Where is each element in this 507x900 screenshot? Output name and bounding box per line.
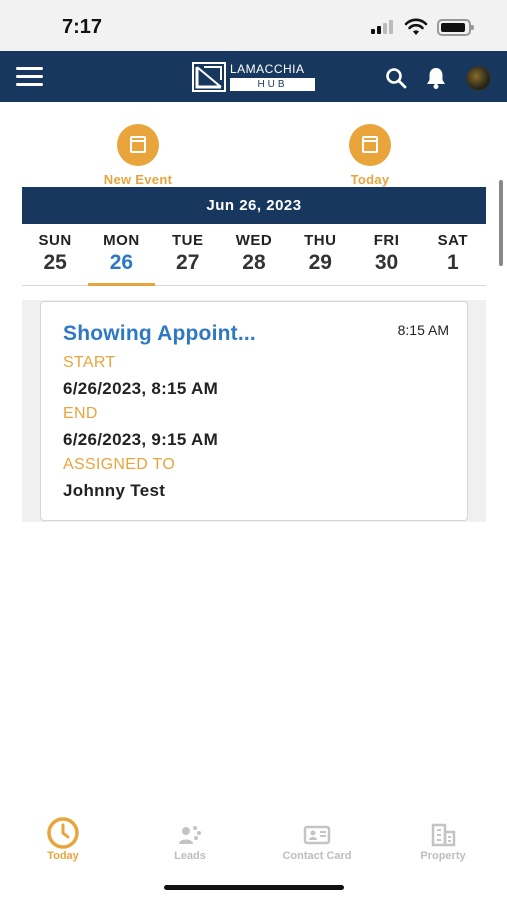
day-name: FRI: [373, 232, 400, 249]
current-date-bar: Jun 26, 2023: [22, 187, 486, 224]
logo-text-top: LAMACCHIA: [230, 62, 305, 76]
day-mon[interactable]: MON 26: [88, 232, 155, 286]
day-number: 27: [176, 251, 200, 274]
building-icon: [388, 812, 498, 847]
logo-mark: [192, 62, 226, 92]
day-thu[interactable]: THU 29: [287, 232, 353, 285]
day-name: THU: [304, 232, 337, 249]
end-value: 6/26/2023, 9:15 AM: [63, 430, 219, 449]
today-button[interactable]: Today: [310, 124, 430, 187]
day-wed[interactable]: WED 28: [221, 232, 287, 285]
cellular-signal-icon: [371, 20, 397, 34]
status-time: 7:17: [62, 16, 103, 38]
start-label: START: [63, 354, 116, 371]
new-event-button[interactable]: New Event: [78, 124, 198, 187]
contact-card-icon: [262, 812, 372, 846]
event-title: Showing Appoint...: [63, 322, 256, 345]
day-name: TUE: [171, 232, 204, 249]
leads-icon: [135, 812, 245, 846]
nav-contact-card[interactable]: Contact Card: [262, 812, 372, 862]
bottom-navigation: Today Leads Contact Card Property: [0, 812, 507, 872]
day-tue[interactable]: TUE 27: [155, 232, 221, 285]
nav-property[interactable]: Property: [388, 812, 498, 862]
day-fri[interactable]: FRI 30: [353, 232, 419, 285]
scrollbar[interactable]: [499, 180, 503, 266]
event-card[interactable]: Showing Appoint... 8:15 AM START 6/26/20…: [40, 301, 468, 521]
week-strip: SUN 25 MON 26 TUE 27 WED 28 THU 29 FRI 3…: [22, 232, 486, 286]
assigned-to-label: ASSIGNED TO: [63, 456, 176, 473]
nav-label: Property: [420, 850, 466, 862]
user-avatar[interactable]: [466, 66, 491, 91]
home-indicator: [164, 885, 344, 890]
hamburger-menu-icon[interactable]: [16, 67, 43, 86]
event-list: Showing Appoint... 8:15 AM START 6/26/20…: [22, 300, 486, 522]
end-label: END: [63, 405, 98, 422]
nav-label: Today: [47, 850, 79, 862]
start-value: 6/26/2023, 8:15 AM: [63, 379, 219, 398]
today-label: Today: [350, 172, 390, 187]
calendar-icon: [117, 124, 159, 166]
assigned-to-value: Johnny Test: [63, 481, 166, 500]
day-name: SUN: [38, 232, 72, 249]
day-name: MON: [103, 232, 140, 249]
logo-text-bottom: HUB: [230, 78, 315, 91]
calendar-icon: [349, 124, 391, 166]
day-number: 30: [374, 251, 399, 274]
nav-label: Contact Card: [282, 850, 352, 862]
day-number: 28: [242, 251, 266, 274]
day-sat[interactable]: SAT 1: [420, 232, 486, 285]
event-time: 8:15 AM: [397, 322, 449, 338]
day-number: 26: [109, 251, 134, 274]
lamacchia-hub-logo: LAMACCHIA HUB: [192, 62, 316, 92]
wifi-icon: [404, 18, 428, 35]
day-sun[interactable]: SUN 25: [22, 232, 88, 285]
battery-icon: [437, 19, 474, 36]
day-number: 29: [308, 251, 332, 274]
nav-today[interactable]: Today: [8, 812, 118, 862]
day-number: 25: [43, 251, 67, 274]
nav-label: Leads: [174, 850, 206, 862]
status-bar: 7:17: [0, 0, 507, 51]
nav-leads[interactable]: Leads: [135, 812, 245, 862]
day-number: 1: [446, 251, 459, 274]
day-name: SAT: [437, 232, 469, 249]
day-name: WED: [235, 232, 273, 249]
clock-icon: [8, 812, 118, 849]
bell-icon[interactable]: [425, 66, 447, 90]
search-icon[interactable]: [385, 67, 407, 89]
new-event-label: New Event: [103, 172, 173, 187]
